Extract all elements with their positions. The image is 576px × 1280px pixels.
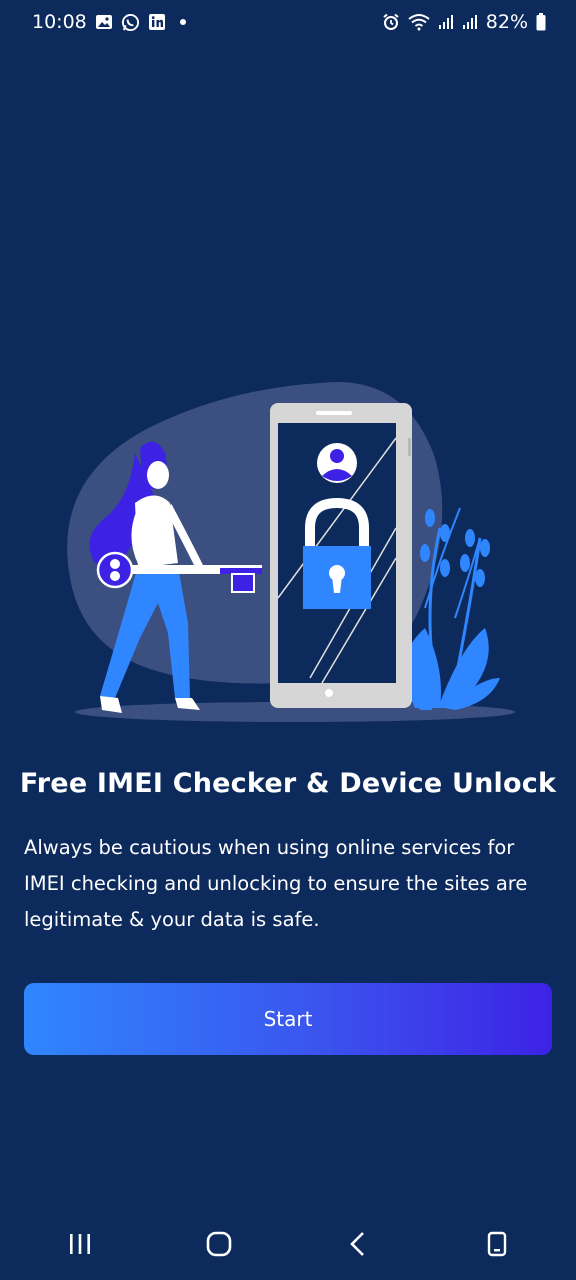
home-button[interactable] [189, 1219, 249, 1269]
status-right: 82% [382, 11, 546, 33]
info-message: Always be cautious when using online ser… [24, 836, 528, 931]
home-icon [206, 1231, 231, 1257]
screenshot-icon [487, 1231, 506, 1257]
battery-percent: 82% [485, 11, 528, 33]
signal-icon [462, 14, 478, 30]
status-time: 10:08 [32, 11, 87, 33]
screen: 10:08 82% Free IMEI Checker & Device Unl… [0, 0, 576, 1280]
start-button-label: Start [263, 1007, 313, 1031]
whatsapp-icon [121, 13, 140, 32]
alarm-icon [382, 13, 400, 31]
back-icon [349, 1232, 364, 1256]
dot-icon [179, 19, 186, 25]
system-nav-bar [0, 1208, 576, 1280]
plant-leaves [404, 628, 500, 710]
recents-icon [69, 1234, 90, 1254]
gallery-icon [95, 14, 113, 30]
page-title: Free IMEI Checker & Device Unlock [19, 768, 557, 799]
battery-icon [536, 13, 546, 31]
status-bar: 10:08 82% [0, 0, 576, 44]
signal-icon [438, 14, 454, 30]
unlock-illustration [60, 378, 530, 728]
screenshot-button[interactable] [467, 1219, 527, 1269]
linkedin-icon [148, 13, 166, 31]
wifi-icon [408, 13, 430, 31]
recents-button[interactable] [50, 1219, 110, 1269]
phone [270, 403, 412, 708]
start-button[interactable]: Start [24, 983, 552, 1055]
status-left: 10:08 [32, 11, 186, 33]
back-button[interactable] [328, 1219, 388, 1269]
